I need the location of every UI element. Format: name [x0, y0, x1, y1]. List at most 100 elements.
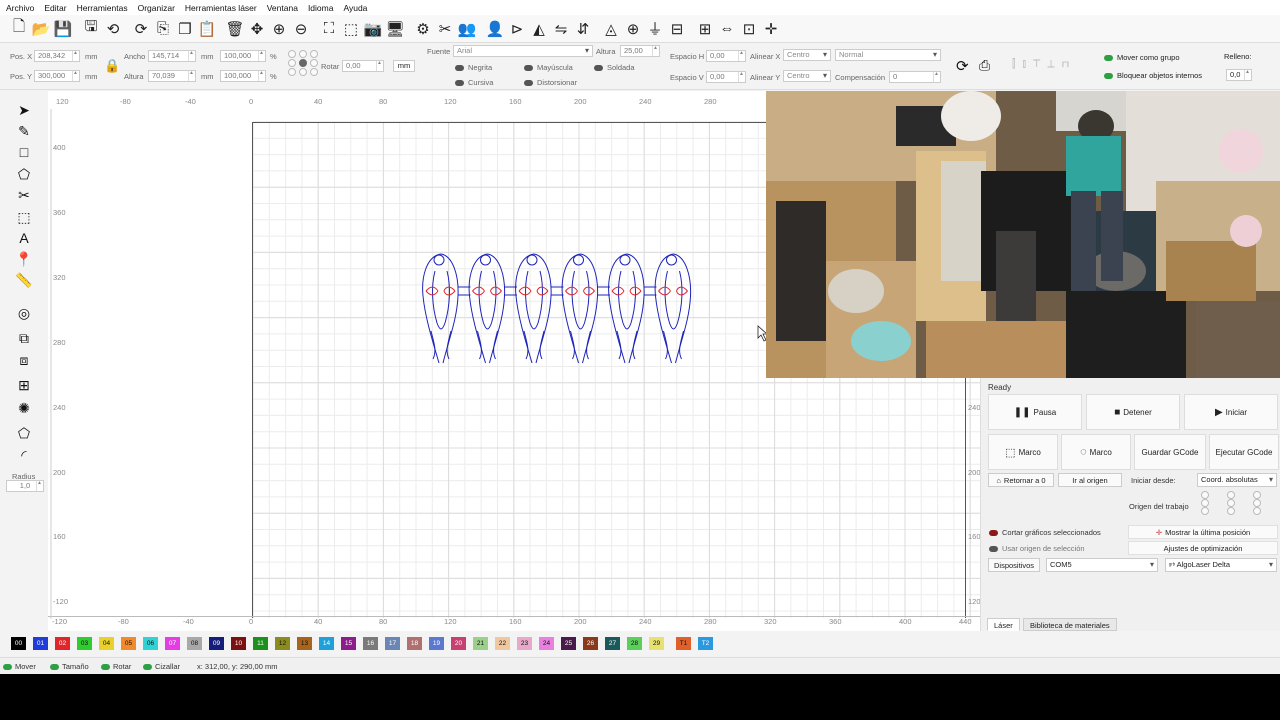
show-last-position-button[interactable]: ✛ Mostrar la última posición: [1128, 525, 1278, 539]
pos-x-input[interactable]: 208,342▲▼: [34, 50, 80, 62]
color-swatch[interactable]: 11: [253, 637, 268, 650]
polygon-icon[interactable]: ⬠: [13, 165, 35, 183]
font-height-input[interactable]: 25,00▲▼: [620, 45, 660, 57]
color-swatch[interactable]: 21: [473, 637, 488, 650]
align-left-icon[interactable]: ⊳: [506, 18, 528, 40]
figure-shape[interactable]: [468, 253, 517, 364]
color-swatch[interactable]: 05: [121, 637, 136, 650]
node-edit-icon[interactable]: ⬠: [13, 424, 35, 442]
menu-item[interactable]: Archivo: [6, 3, 34, 13]
menu-item[interactable]: Herramientas: [77, 3, 128, 13]
flip-h-icon[interactable]: ⇋: [550, 18, 572, 40]
color-swatch[interactable]: 22: [495, 637, 510, 650]
user-icon[interactable]: 👤: [484, 18, 506, 40]
port-select[interactable]: COM5: [1046, 558, 1158, 572]
move-icon[interactable]: ✥: [246, 18, 268, 40]
color-swatch[interactable]: 09: [209, 637, 224, 650]
lock-ratio-icon[interactable]: 🔒: [104, 58, 120, 74]
save-icon[interactable]: 💾: [52, 18, 74, 40]
cut-selected-toggle[interactable]: Cortar gráficos seleccionados: [989, 528, 1101, 537]
color-swatch[interactable]: 12: [275, 637, 290, 650]
color-swatch[interactable]: 01: [33, 637, 48, 650]
menu-item[interactable]: Editar: [44, 3, 66, 13]
corner-icon[interactable]: ◜: [13, 446, 35, 464]
circular-array-icon[interactable]: ✺: [13, 399, 35, 417]
color-swatch[interactable]: 04: [99, 637, 114, 650]
color-swatch[interactable]: 06: [143, 637, 158, 650]
scissors-icon[interactable]: ✂: [13, 186, 35, 204]
size-mode-toggle[interactable]: Tamaño: [50, 662, 89, 671]
text-mode-select[interactable]: Normal: [835, 49, 941, 61]
mirror-icon[interactable]: ◬: [600, 18, 622, 40]
color-swatch[interactable]: T1: [676, 637, 691, 650]
printer-icon[interactable]: ⎙: [979, 57, 990, 74]
use-selection-origin-toggle[interactable]: Usar origen de selección: [989, 544, 1085, 553]
save-as-icon[interactable]: 🖫: [80, 18, 102, 40]
dock-icon[interactable]: ⊟: [666, 18, 688, 40]
rotate-input[interactable]: 0,00▲▼: [342, 60, 384, 72]
menu-item[interactable]: Ventana: [267, 3, 298, 13]
design-figures[interactable]: [422, 253, 692, 364]
save-gcode-button[interactable]: Guardar GCode: [1134, 434, 1206, 470]
menu-item[interactable]: Herramientas láser: [185, 3, 257, 13]
italic-toggle[interactable]: Cursiva: [455, 78, 493, 87]
refresh-icon[interactable]: ⟳: [956, 57, 969, 75]
font-select[interactable]: Arial: [453, 45, 593, 57]
start-button[interactable]: ▶ Iniciar: [1184, 394, 1278, 430]
spread-icon[interactable]: ⇔: [716, 18, 738, 40]
unit-toggle-button[interactable]: mm: [393, 60, 415, 72]
pause-button[interactable]: ❚❚ Pausa: [988, 394, 1082, 430]
move-as-group-toggle[interactable]: Mover como grupo: [1104, 53, 1180, 62]
snap-icon[interactable]: ✛: [760, 18, 782, 40]
uppercase-toggle[interactable]: Mayúscula: [524, 63, 573, 72]
color-swatch[interactable]: 10: [231, 637, 246, 650]
color-swatch[interactable]: 29: [649, 637, 664, 650]
run-gcode-button[interactable]: Ejecutar GCode: [1209, 434, 1279, 470]
distribute-icon[interactable]: ⏚: [644, 18, 666, 40]
tools-icon[interactable]: ✂: [434, 18, 456, 40]
device-select[interactable]: ᵍʳᵇ AlgoLaser Delta: [1165, 558, 1277, 572]
color-swatch[interactable]: 24: [539, 637, 554, 650]
grid-align-icon[interactable]: ⊡: [738, 18, 760, 40]
scale-h-input[interactable]: 100,000▲▼: [220, 70, 266, 82]
open-folder-icon[interactable]: 📂: [30, 18, 52, 40]
crosshair-icon[interactable]: ⊕: [622, 18, 644, 40]
array-grid-icon[interactable]: ⊞: [13, 376, 35, 394]
select-all-icon[interactable]: ⬚: [340, 18, 362, 40]
color-swatch[interactable]: 20: [451, 637, 466, 650]
spacing-h-input[interactable]: 0,00▲▼: [706, 50, 746, 62]
paste-icon[interactable]: 📋: [196, 18, 218, 40]
height-input[interactable]: 70,039▲▼: [148, 70, 196, 82]
width-input[interactable]: 145,714▲▼: [148, 50, 196, 62]
fill-input[interactable]: 0,0▲▼: [1226, 69, 1252, 81]
flip-v-icon[interactable]: ⇵: [572, 18, 594, 40]
select-arrow-icon[interactable]: ➤: [13, 101, 35, 119]
move-mode-toggle[interactable]: Mover: [3, 662, 36, 671]
rotate-mode-toggle[interactable]: Rotar: [101, 662, 131, 671]
pos-y-input[interactable]: 300,000▲▼: [34, 70, 80, 82]
job-origin-selector[interactable]: [1201, 491, 1279, 515]
color-swatch[interactable]: 19: [429, 637, 444, 650]
monitor-icon[interactable]: 🖥: [384, 18, 406, 40]
home-button[interactable]: ⌂ Retornar a 0: [988, 473, 1054, 487]
color-swatch[interactable]: 27: [605, 637, 620, 650]
radius-input[interactable]: 1,0▲▼: [6, 480, 44, 492]
frame-icon[interactable]: ⬚: [13, 208, 35, 226]
boolean-icon[interactable]: ⧉: [13, 329, 35, 347]
copy-icon[interactable]: ❐: [174, 18, 196, 40]
color-swatch[interactable]: 03: [77, 637, 92, 650]
color-swatch[interactable]: 14: [319, 637, 334, 650]
align-center-icon[interactable]: ◭: [528, 18, 550, 40]
start-from-select[interactable]: Coord. absolutas: [1197, 473, 1277, 487]
color-swatch[interactable]: 00: [11, 637, 26, 650]
compensation-input[interactable]: 0▲▼: [889, 71, 941, 83]
color-swatch[interactable]: 18: [407, 637, 422, 650]
zoom-frame-icon[interactable]: ⛶: [318, 18, 340, 40]
shear-mode-toggle[interactable]: Cizallar: [143, 662, 180, 671]
center-icon[interactable]: ⊞: [694, 18, 716, 40]
stop-button[interactable]: ■ Detener: [1086, 394, 1180, 430]
figure-shape[interactable]: [515, 253, 564, 364]
welded-toggle[interactable]: Soldada: [594, 63, 635, 72]
tab-material-library[interactable]: Biblioteca de materiales: [1023, 618, 1117, 631]
menu-item[interactable]: Ayuda: [343, 3, 367, 13]
